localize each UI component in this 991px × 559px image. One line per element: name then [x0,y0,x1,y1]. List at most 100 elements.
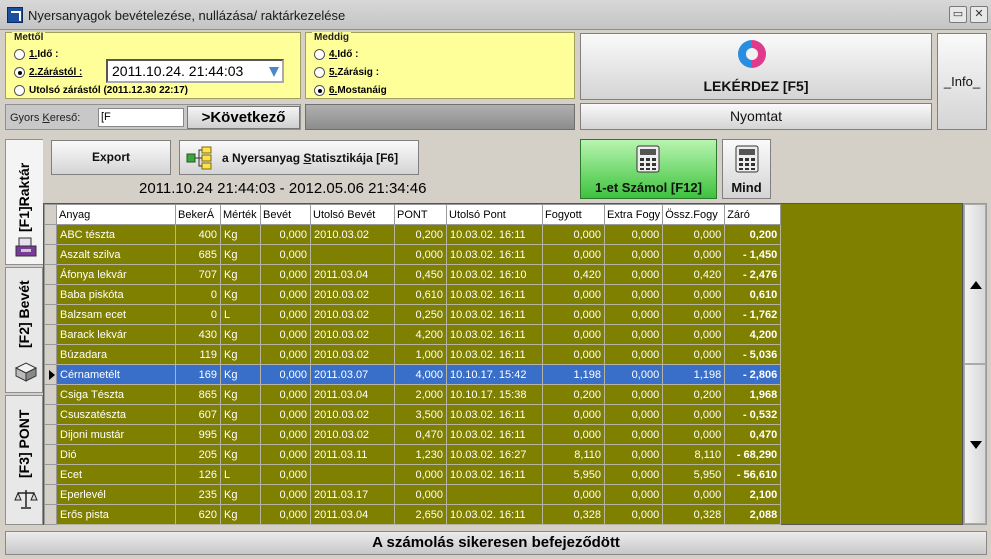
table-cell: Kg [220,284,261,305]
column-header[interactable]: Utolsó Pont [446,204,543,225]
radio-to-now-circle[interactable] [314,84,325,96]
column-header[interactable]: Össz.Fogy [662,204,726,225]
table-row[interactable]: Dijoni mustár 995 Kg 0,000 2010.03.02 0,470 10… [44,424,782,445]
table-cell: 2011.03.04 [310,264,395,285]
row-indicator[interactable] [44,224,57,245]
tab-point[interactable]: [F3] PONT [5,395,43,525]
table-row[interactable]: Csiga Tészta 865 Kg 0,000 2011.03.04 2,000 10.… [44,384,782,405]
radio-to-now[interactable]: 6. Mostanáig [314,82,387,98]
table-row[interactable]: Barack lekvár 430 Kg 0,000 2010.03.02 4,200 10… [44,324,782,345]
export-button[interactable]: Export [51,140,171,175]
quick-search-input[interactable]: [F [98,108,184,127]
query-button[interactable]: LEKÉRDEZ [F5] [580,33,932,100]
row-indicator[interactable] [44,424,57,445]
column-header[interactable]: Bevét [260,204,311,225]
table-row[interactable]: Erős pista 620 Kg 0,000 2011.03.04 2,650 10.03… [44,504,782,525]
row-indicator[interactable] [44,304,57,325]
table-cell [446,484,543,505]
table-row[interactable]: Eperlevél 235 Kg 0,000 2011.03.17 0,000 0,000 0… [44,484,782,505]
side-tabs: [F1]Raktár [F2] Bevét [F3] PONT [5,139,43,525]
column-header[interactable]: Utolsó Bevét [310,204,395,225]
radio-to-closing[interactable]: 5. Zárásig : [314,64,379,80]
table-cell: 5,950 [542,464,605,485]
next-button[interactable]: >Következő [187,106,300,129]
table-cell: 0,000 [603,364,664,385]
radio-last-closing-circle[interactable] [14,84,25,96]
statistics-button[interactable]: a Nyersanyag Statisztikája [F6] [179,140,419,175]
row-indicator[interactable] [44,244,57,265]
row-indicator[interactable] [44,444,57,465]
close-button[interactable]: ✕ [970,6,988,23]
radio-closing-circle[interactable] [14,66,25,78]
radio-to-closing-circle[interactable] [314,66,325,78]
tab-stock[interactable]: [F1]Raktár [5,139,43,265]
radio-last-closing[interactable]: Utolsó zárástól (2011.12.30 22:17) [14,82,188,98]
column-header[interactable]: Anyag [56,204,176,225]
arrow-down-icon [970,441,982,449]
scroll-down-button[interactable] [964,364,986,524]
info-button[interactable]: _Info_ [937,33,987,130]
radio-to-now-key: 6. [329,84,338,96]
print-button[interactable]: Nyomtat [580,103,932,130]
column-header[interactable]: PONT [394,204,447,225]
count-one-button[interactable]: 1-et Számol [F12] [580,139,717,199]
radio-closing[interactable]: 2. Zárástól : [14,64,82,80]
column-header[interactable]: Fogyott [542,204,605,225]
row-indicator[interactable] [44,324,57,345]
table-cell: 430 [175,324,221,345]
table-row[interactable]: Aszalt szilva 685 Kg 0,000 0,000 10.03.02. 16… [44,244,782,265]
date-field[interactable]: 2011.10.24. 21:44:03 [106,59,284,83]
table-cell: 8,110 [662,444,726,465]
radio-to-now-label: Mostanáig [337,84,387,96]
refresh-arrows-icon [738,40,766,68]
table-row[interactable]: Ecet 126 L 0,000 0,000 10.03.02. 16:11 5,950 0,… [44,464,782,485]
table-row[interactable]: Balzsam ecet 0 L 0,000 2010.03.02 0,250 10.03.… [44,304,782,325]
vertical-scrollbar[interactable] [963,203,987,525]
table-cell: - 1,450 [724,244,782,265]
scroll-up-button[interactable] [964,204,986,364]
row-indicator[interactable] [44,464,57,485]
row-indicator[interactable] [44,264,57,285]
table-cell: 620 [175,504,221,525]
table-cell: 119 [175,344,221,365]
chevron-down-icon[interactable] [269,67,279,77]
table-cell: 0,200 [394,224,447,245]
row-indicator[interactable] [44,344,57,365]
table-cell: Búzadara [56,344,176,365]
table-cell: 3,500 [394,404,447,425]
radio-time-circle[interactable] [14,48,25,60]
row-indicator[interactable] [44,484,57,505]
table-cell: 2010.03.02 [310,344,395,365]
radio-time[interactable]: 1. Idő : [14,46,58,62]
table-cell: 0,450 [394,264,447,285]
row-indicator[interactable] [44,284,57,305]
radio-to-time-circle[interactable] [314,48,325,60]
tree-chart-icon [186,146,212,170]
row-indicator[interactable] [44,384,57,405]
row-indicator[interactable] [44,504,57,525]
row-indicator[interactable] [44,404,57,425]
column-header[interactable]: BekerÁ [175,204,221,225]
tab-income[interactable]: [F2] Bevét [5,267,43,393]
data-grid: Anyag BekerÁ Mérték Bevét Utolsó Bevét PONT Ut… [43,203,963,525]
empty-strip [305,104,575,130]
count-all-button[interactable]: Mind [722,139,771,199]
table-row[interactable]: Búzadara 119 Kg 0,000 2010.03.02 1,000 10.03.0… [44,344,782,365]
table-row[interactable]: Csuszatészta 607 Kg 0,000 2010.03.02 3,500 10.… [44,404,782,425]
table-cell: 0,000 [260,464,311,485]
table-row[interactable]: ABC tészta 400 Kg 0,000 2010.03.02 0,200 10.03… [44,224,782,245]
table-cell: 0,000 [662,224,726,245]
table-cell: 0,000 [542,404,605,425]
table-cell: 0,000 [260,364,311,385]
column-header[interactable]: Extra Fogy [603,204,664,225]
row-indicator[interactable] [44,364,57,385]
restore-button[interactable]: ▭ [949,6,967,23]
table-cell: 0,000 [394,244,447,265]
table-row[interactable]: Áfonya lekvár 707 Kg 0,000 2011.03.04 0,450 10… [44,264,782,285]
column-header[interactable]: Mérték [220,204,261,225]
radio-to-time[interactable]: 4. Idő : [314,46,358,62]
table-row[interactable]: Baba piskóta 0 Kg 0,000 2010.03.02 0,610 10.03… [44,284,782,305]
column-header[interactable]: Záró [724,204,782,225]
table-row[interactable]: Cérnametélt 169 Kg 0,000 2011.03.07 4,000 10.1… [44,364,782,385]
table-row[interactable]: Dió 205 Kg 0,000 2011.03.11 1,230 10.03.02. 16… [44,444,782,465]
